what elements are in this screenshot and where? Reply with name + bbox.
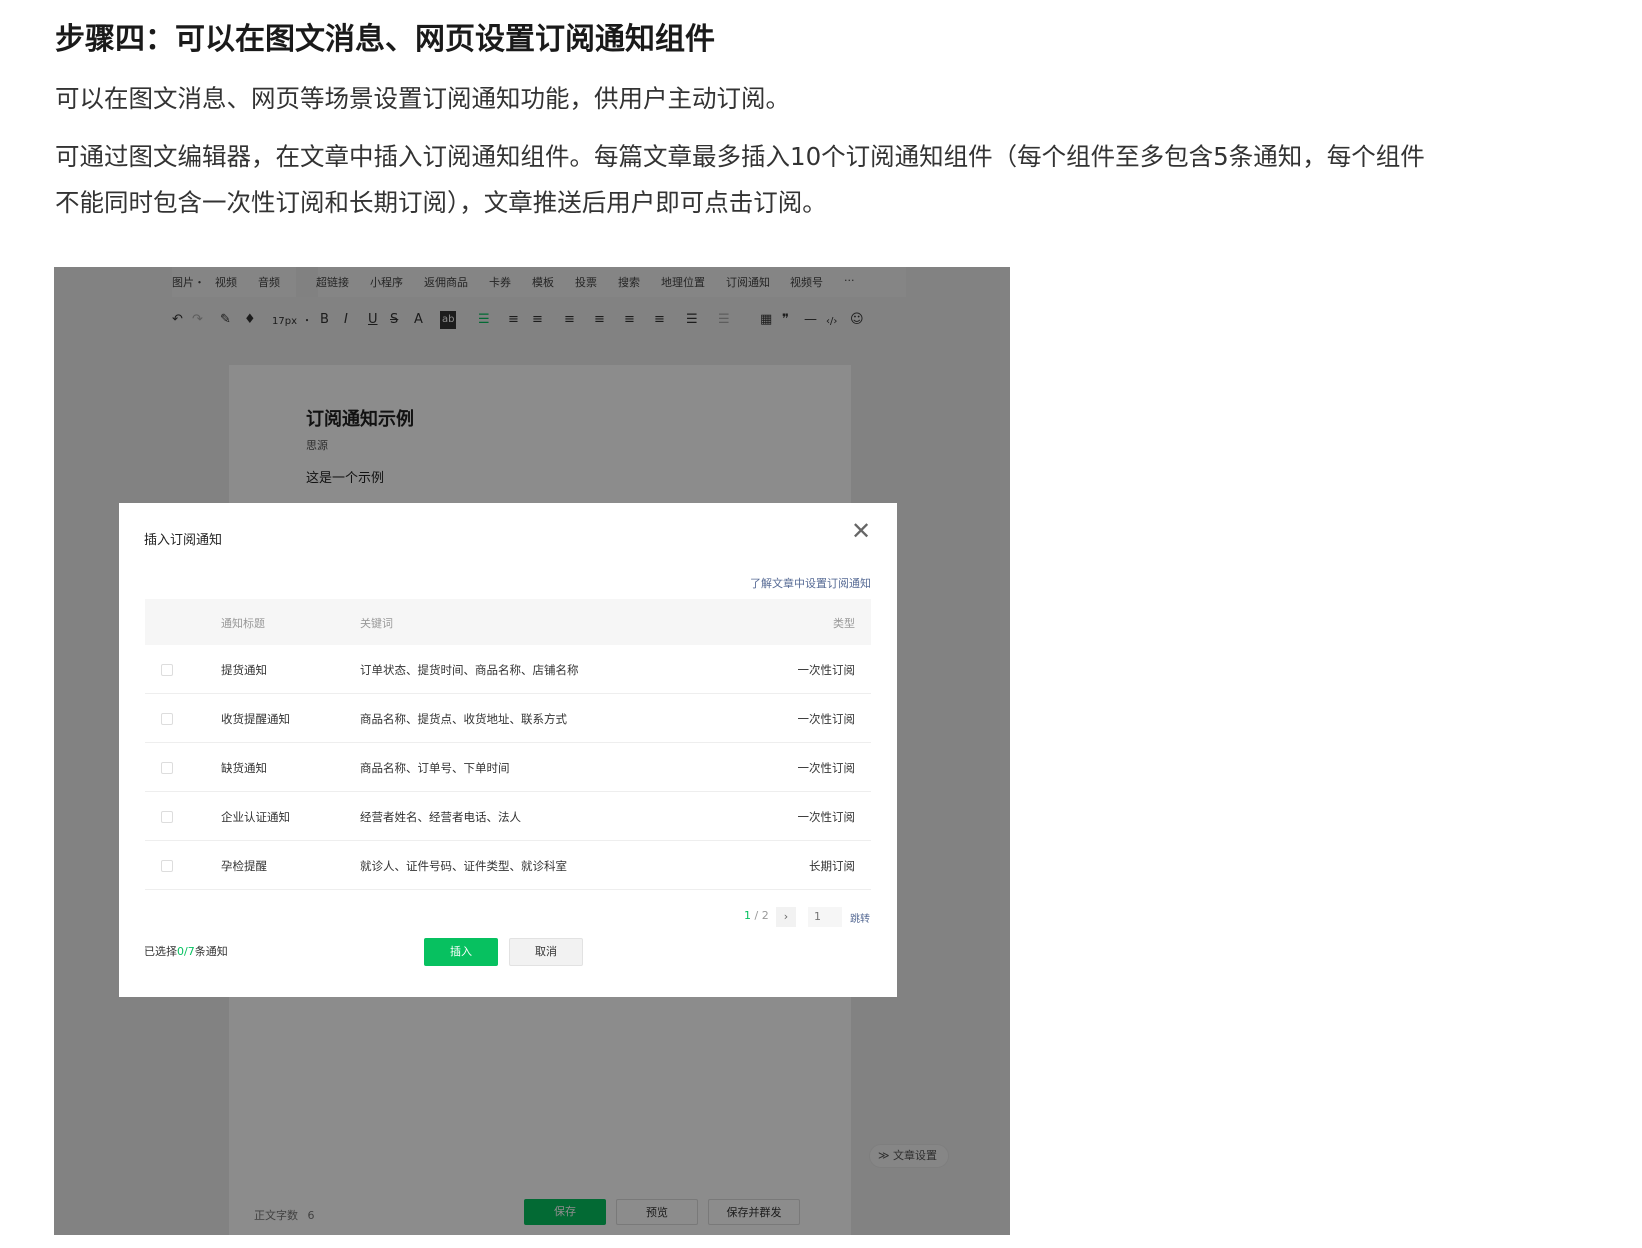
table-row[interactable]: 企业认证通知 经营者姓名、经营者电话、法人 一次性订阅 [145,792,871,841]
page-jump-button[interactable]: 跳转 [850,910,870,925]
page-separator: / [754,909,759,922]
row-type: 一次性订阅 [797,663,856,677]
paragraph-2-line-2: 不能同时包含一次性订阅和长期订阅），文章推送后用户即可点击订阅。 [55,188,827,217]
row-title: 提货通知 [221,663,267,677]
table-row[interactable]: 提货通知 订单状态、提货时间、商品名称、店铺名称 一次性订阅 [145,645,871,694]
column-header-title: 通知标题 [221,617,265,630]
row-title: 缺货通知 [221,761,267,775]
row-title: 收货提醒通知 [221,712,290,726]
article-paragraph-1: 可以在图文消息、网页等场景设置订阅通知功能，供用户主动订阅。 [55,84,790,113]
page-jump-input[interactable] [808,907,842,927]
notice-table: 通知标题 关键词 类型 提货通知 订单状态、提货时间、商品名称、店铺名称 一次性… [145,599,871,890]
row-keywords: 商品名称、订单号、下单时间 [360,761,510,775]
current-page: 1 [744,909,751,922]
article-paragraph-2: 可通过图文编辑器，在文章中插入订阅通知组件。每篇文章最多插入10个订阅通知组件（… [55,134,1425,226]
row-title: 企业认证通知 [221,810,290,824]
row-title: 孕检提醒 [221,859,267,873]
row-checkbox[interactable] [161,811,173,823]
row-type: 一次性订阅 [797,810,856,824]
table-row[interactable]: 孕检提醒 就诊人、证件号码、证件类型、就诊科室 长期订阅 [145,841,871,890]
row-checkbox[interactable] [161,664,173,676]
row-checkbox[interactable] [161,713,173,725]
selected-count: 已选择0/7条通知 [144,943,228,959]
row-type: 一次性订阅 [797,761,856,775]
table-header: 通知标题 关键词 类型 [145,599,871,645]
paragraph-2-line-1: 可通过图文编辑器，在文章中插入订阅通知组件。每篇文章最多插入10个订阅通知组件（… [55,142,1425,171]
row-type: 长期订阅 [809,859,855,873]
dialog-title: 插入订阅通知 [144,533,223,548]
column-header-type: 类型 [833,617,855,630]
help-link[interactable]: 了解文章中设置订阅通知 [750,575,871,591]
article-heading: 步骤四：可以在图文消息、网页设置订阅通知组件 [55,22,715,57]
total-pages: 2 [761,909,769,922]
next-page-chevron-icon[interactable]: › [776,907,796,927]
editor-screenshot: 图片・ 视频 音频 超链接 小程序 返佣商品 卡券 模板 投票 搜索 地理位置 … [54,267,1010,1235]
selected-prefix: 已选择 [144,945,177,958]
selected-count-value: 0/7 [177,945,195,958]
table-row[interactable]: 收货提醒通知 商品名称、提货点、收货地址、联系方式 一次性订阅 [145,694,871,743]
close-icon[interactable]: ✕ [851,519,871,543]
column-header-keywords: 关键词 [360,617,393,630]
row-checkbox[interactable] [161,762,173,774]
row-type: 一次性订阅 [797,712,856,726]
row-keywords: 就诊人、证件号码、证件类型、就诊科室 [360,859,567,873]
row-keywords: 经营者姓名、经营者电话、法人 [360,810,521,824]
selected-suffix: 条通知 [194,945,228,958]
insert-subscribe-notice-dialog: 插入订阅通知 ✕ 了解文章中设置订阅通知 通知标题 关键词 类型 提货通知 订单… [119,503,897,997]
insert-button[interactable]: 插入 [424,938,498,966]
cancel-button[interactable]: 取消 [509,938,583,966]
page-indicator: 1 / 2 [744,909,769,922]
table-row[interactable]: 缺货通知 商品名称、订单号、下单时间 一次性订阅 [145,743,871,792]
row-checkbox[interactable] [161,860,173,872]
row-keywords: 商品名称、提货点、收货地址、联系方式 [360,712,567,726]
row-keywords: 订单状态、提货时间、商品名称、店铺名称 [360,663,579,677]
